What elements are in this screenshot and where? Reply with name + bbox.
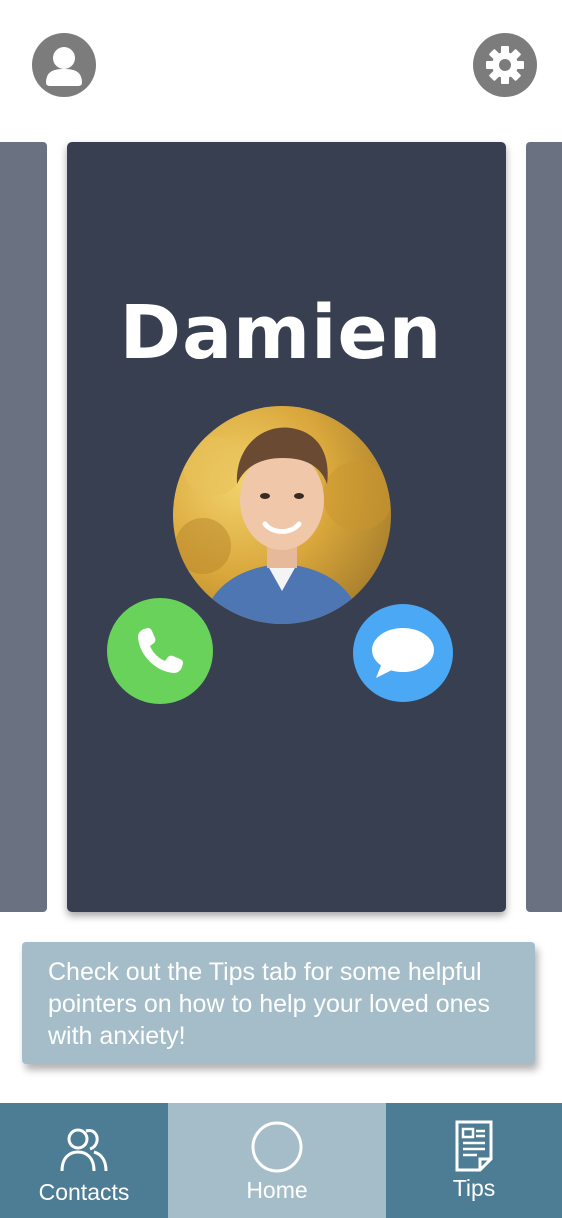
people-icon — [60, 1128, 108, 1172]
gear-icon — [486, 46, 524, 84]
previous-contact-card[interactable] — [0, 142, 47, 912]
message-button[interactable] — [353, 604, 453, 702]
contact-name: Damien — [119, 290, 443, 376]
nav-home[interactable]: Home — [168, 1103, 386, 1218]
nav-contacts[interactable]: Contacts — [0, 1103, 168, 1218]
phone-icon — [138, 628, 183, 673]
contact-avatar — [173, 406, 391, 624]
nav-tips[interactable]: Tips — [386, 1103, 562, 1218]
settings-button[interactable] — [473, 33, 537, 97]
call-button[interactable] — [107, 598, 213, 704]
tips-banner: Check out the Tips tab for some helpful … — [22, 942, 535, 1064]
next-contact-card[interactable] — [526, 142, 562, 912]
bottom-navigation: Contacts Home Tips — [0, 1103, 562, 1218]
nav-home-label: Home — [246, 1177, 308, 1203]
avatar-portrait — [175, 427, 391, 624]
chat-bubble-icon — [372, 628, 434, 678]
document-icon — [455, 1120, 493, 1172]
nav-tips-label: Tips — [452, 1175, 496, 1201]
circle-icon — [251, 1121, 303, 1173]
nav-contacts-label: Contacts — [38, 1179, 130, 1205]
person-icon — [46, 47, 82, 86]
tips-banner-text: Check out the Tips tab for some helpful … — [48, 958, 490, 1050]
profile-button[interactable] — [32, 33, 96, 97]
